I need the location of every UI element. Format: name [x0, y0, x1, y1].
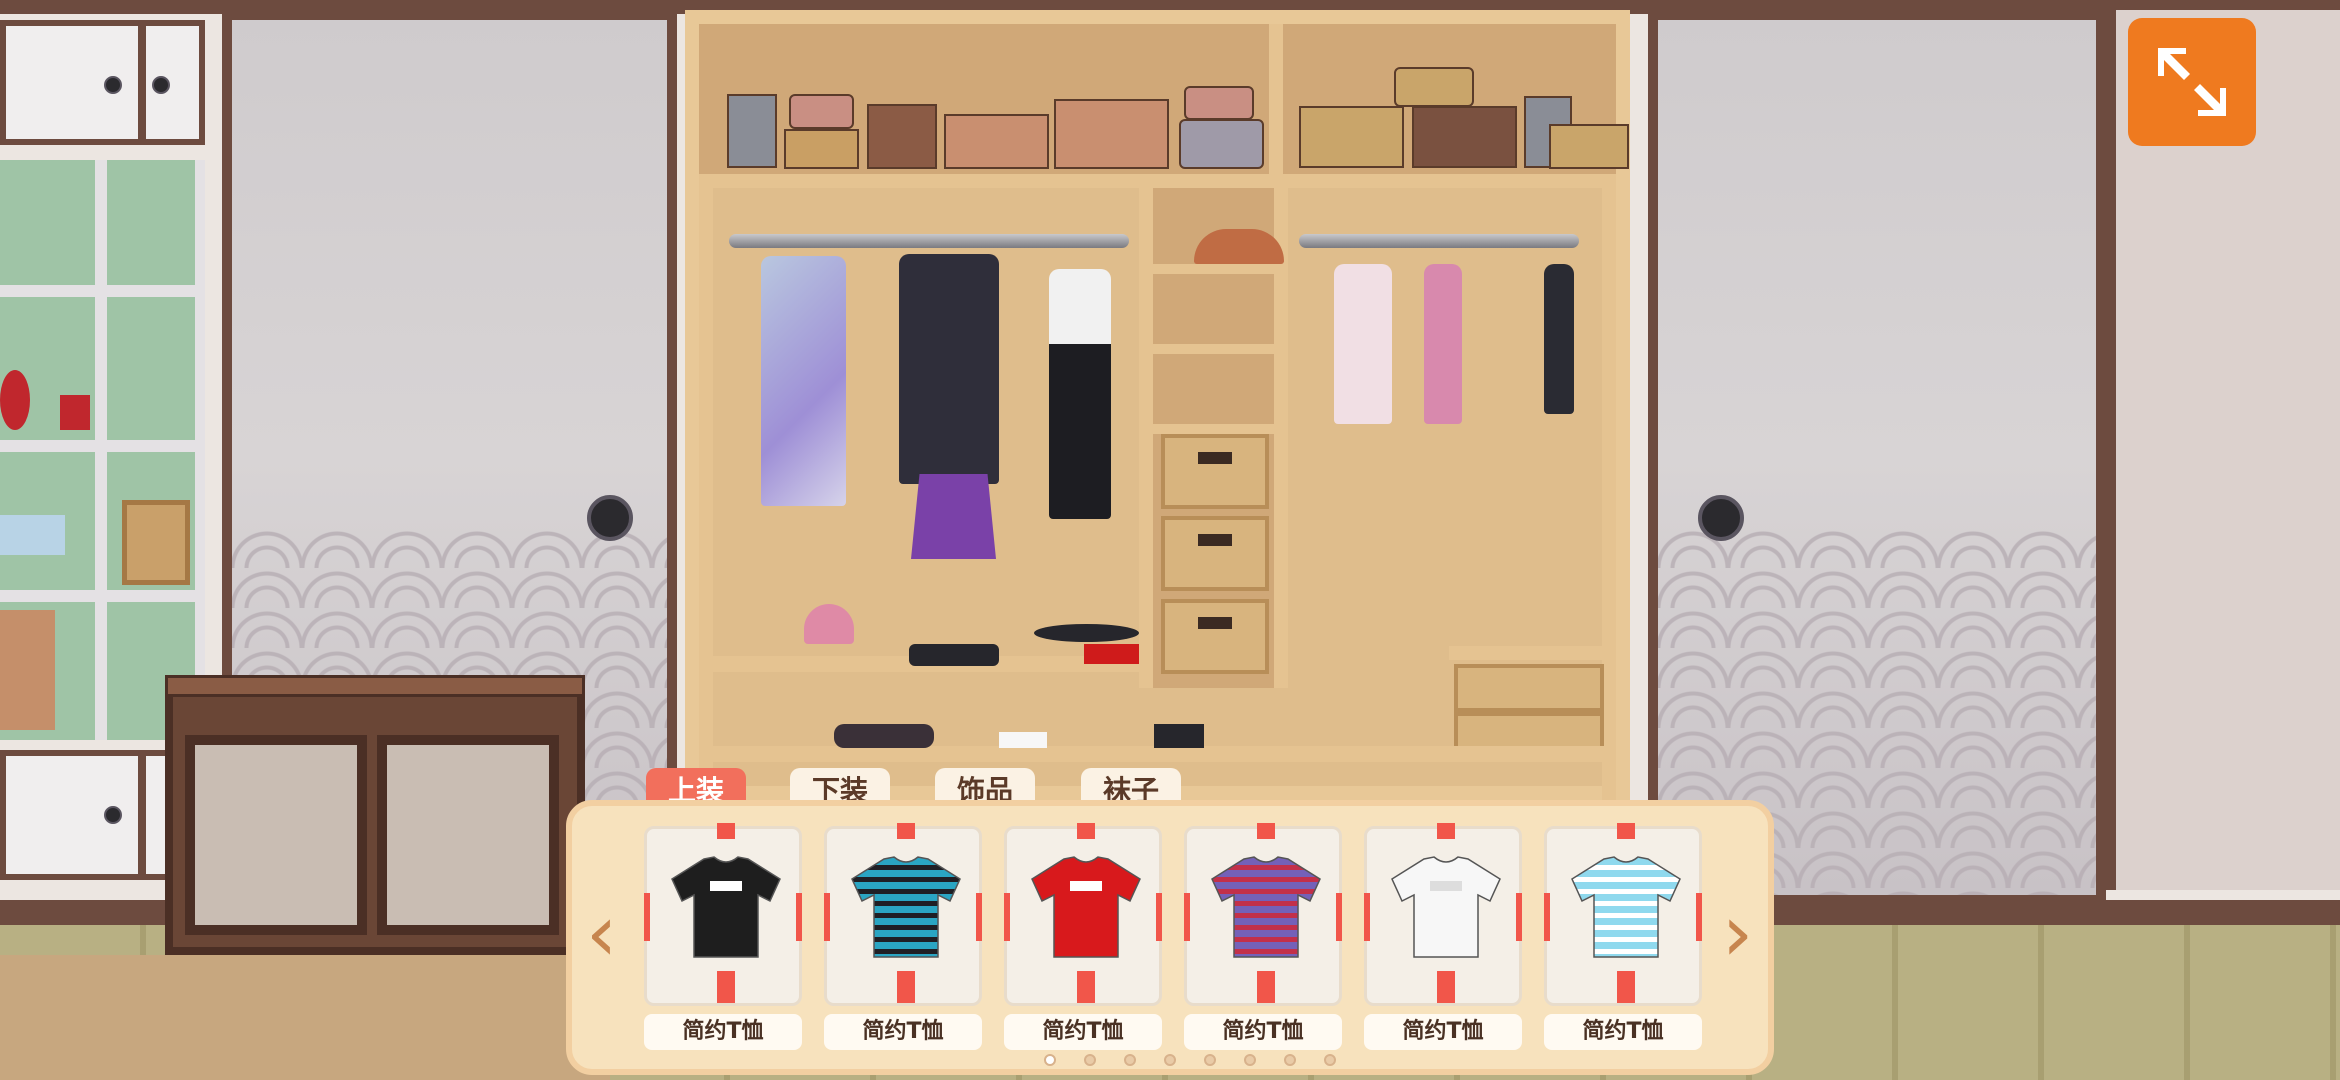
hanging-skirt-white — [1334, 264, 1392, 424]
hat — [1194, 229, 1284, 264]
clothing-item-card[interactable] — [1364, 823, 1522, 1006]
minimize-button[interactable] — [2128, 18, 2256, 146]
door-handle-left — [587, 495, 633, 541]
hanging-dress — [1049, 269, 1111, 519]
clothing-item-name: 简约T恤 — [1184, 1014, 1342, 1050]
clothing-item-name: 简约T恤 — [1004, 1014, 1162, 1050]
hanging-pants — [1544, 264, 1574, 414]
drawer-1 — [1161, 434, 1269, 509]
page-dot[interactable] — [1164, 1054, 1176, 1066]
tshirt-icon — [1391, 856, 1501, 958]
clothing-item-name: 简约T恤 — [1364, 1014, 1522, 1050]
wardrobe-closet — [685, 10, 1630, 800]
clothing-item-name: 简约T恤 — [824, 1014, 982, 1050]
prev-page-button[interactable]: ‹ — [586, 894, 617, 974]
hanging-rod-left — [729, 234, 1129, 248]
clothing-item-name: 简约T恤 — [1544, 1014, 1702, 1050]
upper-cupboard — [0, 20, 205, 145]
tshirt-icon — [851, 856, 961, 958]
side-shelf — [0, 160, 205, 740]
hanging-jacket — [761, 256, 846, 506]
door-handle-right — [1698, 495, 1744, 541]
drawer-3 — [1161, 599, 1269, 674]
page-dot[interactable] — [1284, 1054, 1296, 1066]
chevron-left-icon: ‹ — [586, 889, 618, 979]
sliding-door-right — [1648, 10, 2106, 905]
hanging-blazer — [899, 254, 999, 484]
tshirt-icon — [1031, 856, 1141, 958]
page-dot[interactable] — [1324, 1054, 1336, 1066]
tshirt-icon — [1211, 856, 1321, 958]
drawer-2 — [1161, 516, 1269, 591]
clothing-item-card[interactable] — [644, 823, 802, 1006]
clothing-item-card[interactable] — [824, 823, 982, 1006]
small-drawer-1 — [1454, 664, 1604, 712]
low-cabinet — [165, 675, 585, 955]
hanging-skirt-pink — [1424, 264, 1462, 424]
collapse-arrows-icon — [2158, 48, 2226, 116]
tshirt-icon — [671, 856, 781, 958]
page-dot[interactable] — [1084, 1054, 1096, 1066]
page-dot[interactable] — [1204, 1054, 1216, 1066]
pink-cap — [804, 604, 854, 644]
next-page-button[interactable]: › — [1722, 894, 1753, 974]
clothing-item-card[interactable] — [1184, 823, 1342, 1006]
hanging-rod-right — [1299, 234, 1579, 248]
folded-clothes — [834, 724, 934, 748]
photo-frame — [122, 500, 190, 585]
clothing-item-name: 简约T恤 — [644, 1014, 802, 1050]
wood-floor — [0, 955, 610, 1080]
page-dot[interactable] — [1124, 1054, 1136, 1066]
clothing-item-card[interactable] — [1004, 823, 1162, 1006]
clothing-item-card[interactable] — [1544, 823, 1702, 1006]
page-dot[interactable] — [1244, 1054, 1256, 1066]
wardrobe-panel: ‹ › 简约T恤 简约T恤 简约T恤 简约T恤 简约T恤 简约T恤 — [566, 800, 1774, 1075]
tshirt-icon — [1571, 856, 1681, 958]
chevron-right-icon: › — [1722, 889, 1754, 979]
page-indicator — [572, 1054, 1768, 1070]
page-dot[interactable] — [1044, 1054, 1056, 1066]
